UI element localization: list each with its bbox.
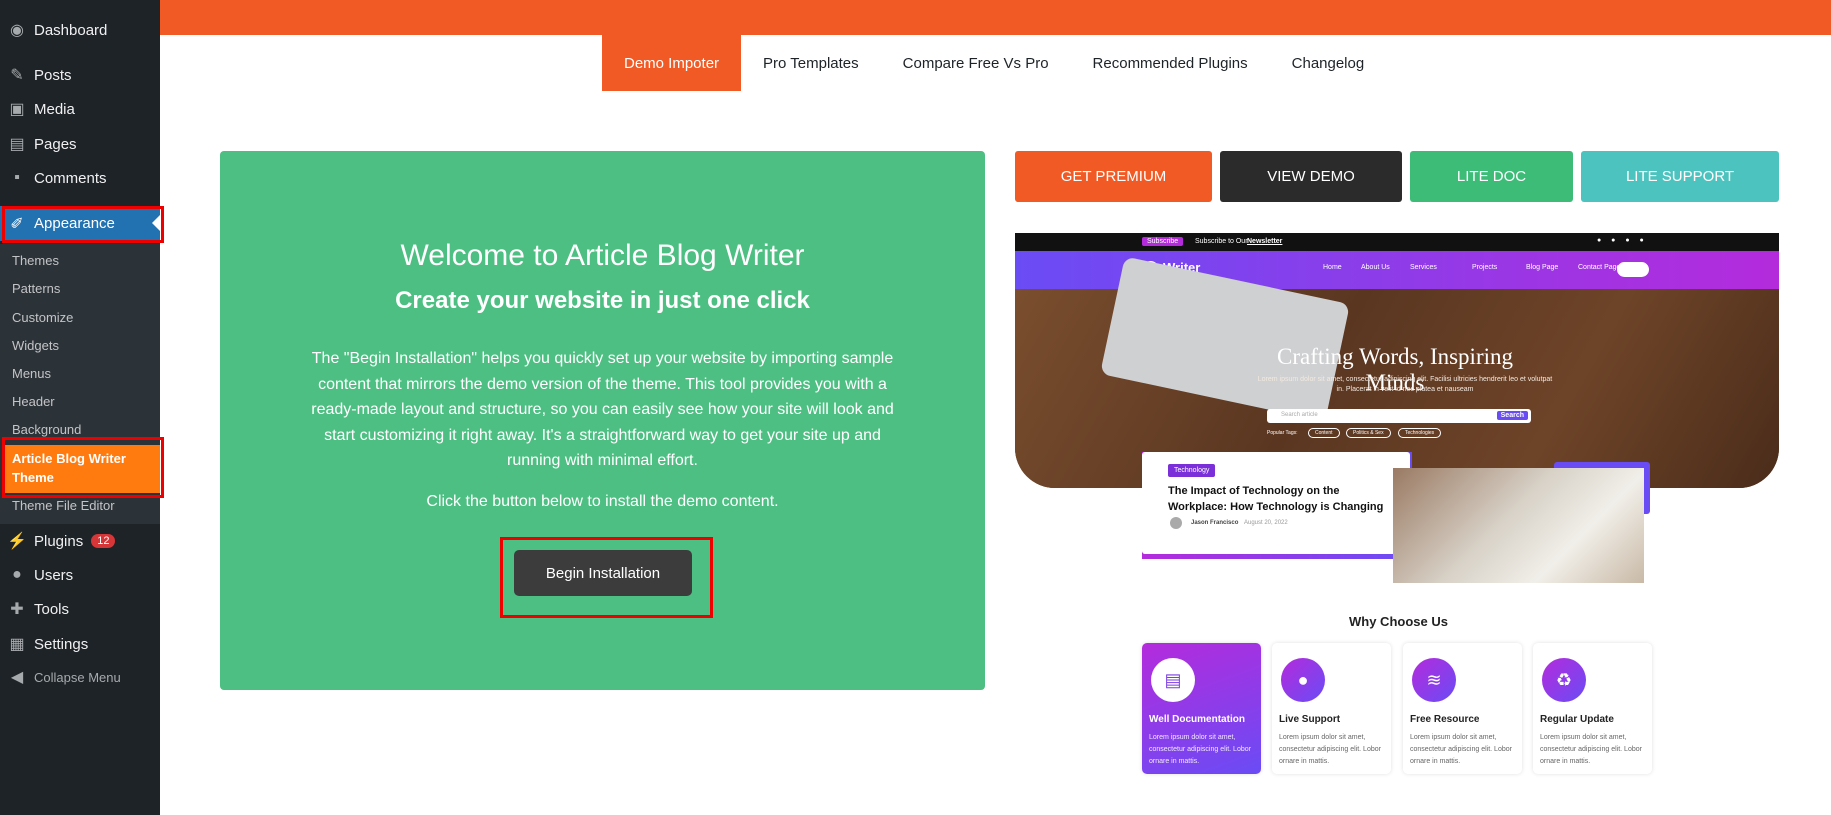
preview-card-author: Jason Francisco [1191,520,1239,526]
theme-preview: Subscribe Subscribe to Our Newsletter ● … [1015,233,1779,488]
feature-title: Live Support [1279,714,1341,725]
preview-search-button: Search [1496,411,1528,420]
pin-icon: ✎ [10,67,24,84]
orange-top-bar [160,0,1831,35]
menu-comments[interactable]: ▪ Comments [0,161,160,195]
chat-icon: ● [1281,658,1325,702]
preview-card-title: The Impact of Technology on the Workplac… [1168,485,1384,513]
menu-pages[interactable]: ▤ Pages [0,127,160,161]
tab-changelog[interactable]: Changelog [1270,35,1387,91]
preview-nav-about: About Us [1361,264,1390,271]
admin-sidebar: ◉ Dashboard ✎ Posts ▣ Media ▤ Pages ▪ Co… [0,0,160,815]
recycle-icon: ♻ [1542,658,1586,702]
feature-card: ▤ Well Documentation Lorem ipsum dolor s… [1142,643,1261,774]
highlight-begin-installation [500,537,713,618]
feature-card: ♻ Regular Update Lorem ipsum dolor sit a… [1533,643,1652,774]
menu-plugins[interactable]: ⚡ Plugins 12 [0,524,160,558]
submenu-menus[interactable]: Menus [12,366,51,381]
user-icon: ● [12,566,22,583]
submenu-background[interactable]: Background [12,422,81,437]
layers-icon: ≋ [1412,658,1456,702]
preview-search: Search article Search [1267,409,1531,423]
feature-text: Lorem ipsum dolor sit amet, consectetur … [1279,734,1381,765]
welcome-subtitle: Create your website in just one click [395,287,810,314]
preview-newsletter: Newsletter [1247,238,1283,245]
tab-pro-templates[interactable]: Pro Templates [741,35,881,91]
media-icon: ▣ [9,101,25,118]
settings-icon: ▦ [9,636,25,653]
submenu-customize[interactable]: Customize [12,310,73,325]
tab-recommended-plugins[interactable]: Recommended Plugins [1071,35,1270,91]
preview-tag: Technologies [1398,428,1442,438]
preview-nav-services: Services [1410,264,1437,271]
pages-icon: ▤ [9,136,25,153]
preview-newsletter-text: Subscribe to Our [1195,238,1248,245]
collapse-icon: ◀ [10,669,24,686]
feature-card: ≋ Free Resource Lorem ipsum dolor sit am… [1403,643,1522,774]
comment-icon: ▪ [14,169,20,186]
feature-title: Free Resource [1410,714,1480,725]
tab-demo-importer[interactable]: Demo Impoter [602,35,742,91]
preview-search-placeholder: Search article [1281,412,1318,418]
submenu-header[interactable]: Header [12,394,55,409]
preview-nav-projects: Projects [1472,264,1498,271]
preview-article-card: Technology The Impact of Technology on t… [1142,452,1412,559]
menu-media[interactable]: ▣ Media [0,92,160,126]
preview-writing-photo [1393,468,1644,583]
preview-nav-contact: Contact Page [1578,264,1621,271]
feature-title: Regular Update [1540,714,1614,725]
preview-card-tag: Technology [1168,464,1216,477]
menu-settings[interactable]: ▦ Settings [0,627,160,661]
preview-theme-toggle [1617,262,1649,277]
plug-icon: ⚡ [7,533,27,550]
preview-topbar: Subscribe Subscribe to Our Newsletter ● … [1015,233,1779,251]
submenu-patterns[interactable]: Patterns [12,281,60,296]
preview-hero-text: Lorem ipsum dolor sit amet, consectetur … [1257,376,1553,393]
why-choose-us-title: Why Choose Us [1349,614,1448,629]
preview-author-avatar [1170,517,1182,529]
feature-text: Lorem ipsum dolor sit amet, consectetur … [1410,734,1512,765]
preview-tag: Politics & Sex [1346,428,1391,438]
preview-popular-tags: Popular Tags: [1267,430,1298,436]
submenu-widgets[interactable]: Widgets [12,338,59,353]
feature-card: ● Live Support Lorem ipsum dolor sit ame… [1272,643,1391,774]
welcome-description: The "Begin Installation" helps you quick… [311,350,894,469]
submenu-theme-file-editor[interactable]: Theme File Editor [12,498,115,513]
highlight-theme-submenu [2,437,164,498]
theme-tabs: Demo Impoter Pro Templates Compare Free … [602,35,1386,91]
menu-users[interactable]: ● Users [0,558,160,592]
collapse-menu[interactable]: ◀ Collapse Menu [0,660,160,694]
submenu-themes[interactable]: Themes [12,253,59,268]
feature-text: Lorem ipsum dolor sit amet, consectetur … [1540,734,1642,765]
preview-tag: Content [1308,428,1340,438]
preview-card-date: August 20, 2022 [1244,520,1288,526]
view-demo-button[interactable]: VIEW DEMO [1220,151,1402,202]
tab-compare[interactable]: Compare Free Vs Pro [881,35,1071,91]
highlight-appearance [2,206,164,243]
dashboard-icon: ◉ [10,22,24,39]
wrench-icon: ✚ [10,601,24,618]
preview-nav-home: Home [1323,264,1342,271]
plugins-count-badge: 12 [91,534,116,548]
preview-social-icons: ● ● ● ● [1597,237,1648,244]
document-icon: ▤ [1151,658,1195,702]
menu-posts[interactable]: ✎ Posts [0,58,160,92]
preview-nav-blog: Blog Page [1526,264,1559,271]
install-note: Click the button below to install the de… [426,493,779,510]
lite-doc-button[interactable]: LITE DOC [1410,151,1573,202]
lite-support-button[interactable]: LITE SUPPORT [1581,151,1779,202]
feature-title: Well Documentation [1149,714,1245,725]
feature-text: Lorem ipsum dolor sit amet, consectetur … [1149,734,1251,765]
menu-dashboard[interactable]: ◉ Dashboard [0,13,160,47]
preview-subscribe: Subscribe [1142,237,1184,246]
welcome-title: Welcome to Article Blog Writer [400,239,805,272]
get-premium-button[interactable]: GET PREMIUM [1015,151,1212,202]
menu-tools[interactable]: ✚ Tools [0,592,160,626]
